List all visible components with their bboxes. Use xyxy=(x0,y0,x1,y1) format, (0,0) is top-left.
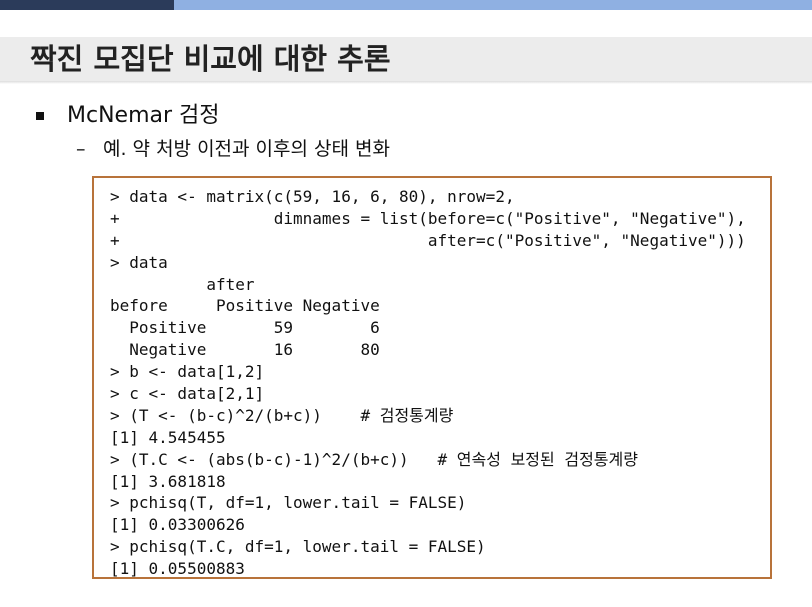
code-line: > pchisq(T.C, df=1, lower.tail = FALSE) xyxy=(110,537,486,557)
code-line: > pchisq(T, df=1, lower.tail = FALSE) xyxy=(110,493,467,513)
top-accent-bar-dark xyxy=(0,0,174,10)
code-line: + dimnames = list(before=c("Positive", "… xyxy=(110,208,746,228)
code-line: > (T <- (b-c)^2/(b+c)) # 검정통계량 xyxy=(110,405,454,425)
code-line: > (T.C <- (abs(b-c)-1)^2/(b+c)) # 연속성 보정… xyxy=(110,449,638,469)
square-bullet-icon xyxy=(36,112,44,120)
code-line: before Positive Negative xyxy=(110,296,380,316)
r-code-box: > data <- matrix(c(59, 16, 6, 80), nrow=… xyxy=(92,176,772,579)
slide-title: 짝진 모집단 비교에 대한 추론 xyxy=(30,42,391,76)
code-line: [1] 4.545455 xyxy=(110,427,226,447)
code-line: Positive 59 6 xyxy=(110,318,380,338)
top-accent-bar xyxy=(0,0,812,10)
code-line: > data xyxy=(110,252,168,272)
dash-bullet-icon: – xyxy=(76,138,86,160)
bullet-level1-text: McNemar 검정 xyxy=(67,103,220,128)
top-accent-bar-light xyxy=(174,0,812,10)
bullet-level2-text: 예. 약 처방 이전과 이후의 상태 변화 xyxy=(103,138,390,160)
title-divider xyxy=(0,81,812,84)
code-line: > b <- data[1,2] xyxy=(110,362,265,382)
code-line: Negative 16 80 xyxy=(110,340,380,360)
code-line: > data <- matrix(c(59, 16, 6, 80), nrow=… xyxy=(110,187,515,206)
code-lines: > data <- matrix(c(59, 16, 6, 80), nrow=… xyxy=(110,186,746,580)
code-line: + after=c("Positive", "Negative"))) xyxy=(110,230,746,250)
code-line: > c <- data[2,1] xyxy=(110,384,265,404)
title-band: 짝진 모집단 비교에 대한 추론 xyxy=(0,37,812,81)
code-line: [1] 0.03300626 xyxy=(110,515,245,535)
code-line: [1] 0.05500883 xyxy=(110,559,245,579)
code-line: after xyxy=(110,274,255,294)
code-line: [1] 3.681818 xyxy=(110,471,226,491)
